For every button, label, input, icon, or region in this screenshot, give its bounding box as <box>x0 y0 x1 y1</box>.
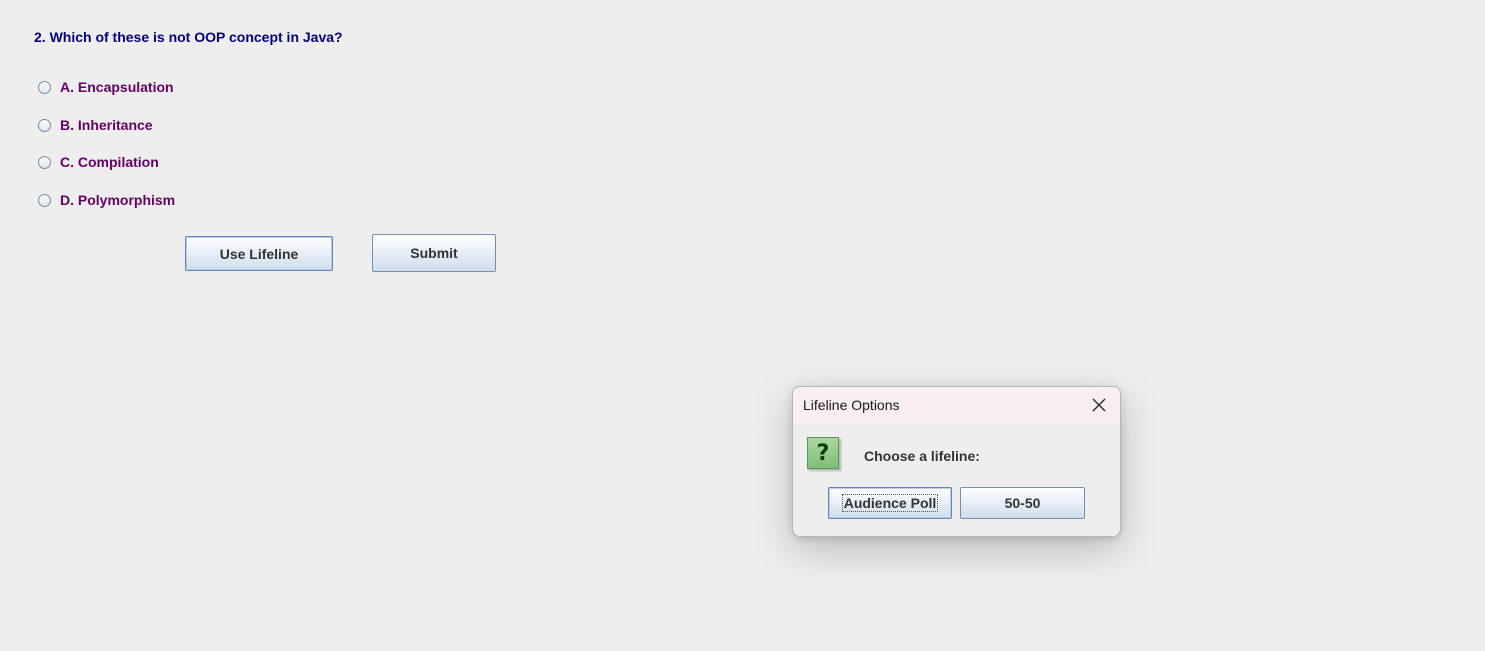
audience-poll-button-label: Audience Poll <box>841 494 939 512</box>
submit-button[interactable]: Submit <box>372 234 496 272</box>
dialog-title: Lifeline Options <box>803 397 900 413</box>
close-icon <box>1092 398 1106 412</box>
fifty-fifty-button[interactable]: 50-50 <box>960 487 1085 519</box>
radio-button-icon[interactable] <box>38 80 51 94</box>
question-text: 2. Which of these is not OOP concept in … <box>34 29 343 45</box>
option-c-label: C. Compilation <box>60 154 159 170</box>
fifty-fifty-button-label: 50-50 <box>1004 495 1041 511</box>
option-d-radio[interactable]: D. Polymorphism <box>38 190 175 210</box>
radio-button-icon[interactable] <box>38 155 51 169</box>
question-icon: ? <box>807 437 839 469</box>
option-b-radio[interactable]: B. Inheritance <box>38 115 153 135</box>
dialog-message: Choose a lifeline: <box>864 448 980 464</box>
option-a-label: A. Encapsulation <box>60 79 174 95</box>
radio-button-icon[interactable] <box>38 118 51 132</box>
dialog-titlebar[interactable]: Lifeline Options <box>793 387 1120 424</box>
use-lifeline-button[interactable]: Use Lifeline <box>185 236 333 271</box>
close-button[interactable] <box>1084 391 1114 419</box>
option-d-label: D. Polymorphism <box>60 192 176 208</box>
submit-button-label: Submit <box>410 245 458 261</box>
option-a-radio[interactable]: A. Encapsulation <box>38 77 174 97</box>
option-b-label: B. Inheritance <box>60 117 153 133</box>
option-c-radio[interactable]: C. Compilation <box>38 152 159 172</box>
audience-poll-button[interactable]: Audience Poll <box>828 487 952 519</box>
use-lifeline-button-label: Use Lifeline <box>219 245 299 262</box>
question-icon-glyph: ? <box>816 440 830 466</box>
lifeline-options-dialog: Lifeline Options ? Choose a lifeline: Au… <box>792 386 1121 537</box>
radio-button-icon[interactable] <box>38 193 51 207</box>
